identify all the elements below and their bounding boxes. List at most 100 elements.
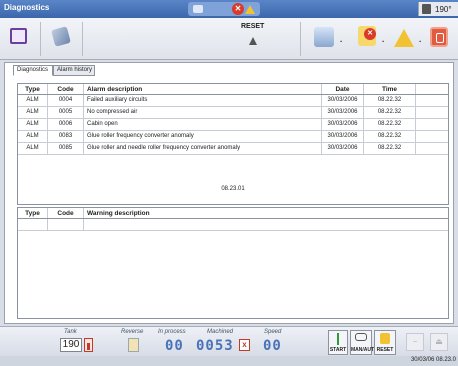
start-label: START [329,347,347,353]
cell-type: ALM [18,131,48,142]
machined-reset-icon[interactable]: x [239,339,250,351]
warning-triangle-icon[interactable] [394,29,414,47]
keyboard-icon[interactable] [193,5,203,13]
alarm-table-header: Type Code Alarm description Date Time [18,84,448,95]
toolbar: RESET · · · [0,18,458,60]
table-row[interactable] [18,219,448,231]
dropdown-marker[interactable]: · [419,37,422,46]
col-type: Type [18,84,48,94]
refresh-time: 08.23.01 [221,186,245,192]
warning-table-header: Type Code Warning description [18,208,448,219]
diagnostics-frame-icon[interactable] [10,28,27,44]
window-title: Diagnostics [4,3,50,12]
cell-extra [416,143,450,154]
col-warning-description: Warning description [87,210,150,217]
col-time: Time [364,84,416,94]
cell-description: Glue roller and needle roller frequency … [84,143,322,154]
cell-time: 08.22.32 [364,95,416,106]
table-row[interactable]: ALM 0085 Glue roller and needle roller f… [18,143,448,155]
cell-type [18,219,48,230]
cell-description: Glue roller frequency converter anomaly [84,131,322,142]
dropdown-marker[interactable]: · [382,37,385,46]
man-aut-label: MAN/AUT [351,347,375,353]
title-status-group: ✕ [188,2,260,16]
cell-description: Cabin open [84,119,322,130]
reset-alarm-icon [380,333,390,344]
cleaning-bag-icon[interactable] [51,26,71,47]
warning-icon[interactable] [245,5,255,14]
tank-label: Tank [64,329,77,335]
cell-type: ALM [18,119,48,130]
reset-button[interactable]: RESET [374,330,396,355]
machined-value: 0053 [196,338,234,354]
cell-time: 08.22.32 [364,119,416,130]
warning-table: Type Code Warning description [17,207,449,319]
dropdown-marker[interactable]: · [340,37,343,46]
tab-diagnostics[interactable]: Diagnostics [13,65,53,76]
cell-extra [416,131,450,142]
title-bar: Diagnostics ✕ 190° [0,0,458,18]
col-extra [416,84,450,94]
cell-description: No compressed air [84,107,322,118]
cell-time: 08.22.32 [364,131,416,142]
cell-type: ALM [18,95,48,106]
cell-code: 0085 [48,143,84,154]
temperature-indicator: 190° [418,2,458,16]
cell-code: 0006 [48,119,84,130]
reset-label[interactable]: RESET [241,23,264,30]
disabled-exit-button[interactable]: ⏏ [430,333,448,351]
table-row[interactable]: ALM 0004 Failed auxiliary circuits 30/03… [18,95,448,107]
cell-description: Failed auxiliary circuits [84,95,322,106]
cell-code [48,219,84,230]
start-button[interactable]: START [328,330,348,355]
system-datetime-bar: 30/03/06 08.23.0 [0,356,458,366]
table-row[interactable]: ALM 0083 Glue roller frequency converter… [18,131,448,143]
col-type: Type [18,208,48,218]
alarm-reset-icon[interactable] [358,26,376,46]
in-process-label: In process [158,329,186,335]
cell-extra [416,107,450,118]
table-row[interactable]: ALM 0006 Cabin open 30/03/2006 08.22.32 [18,119,448,131]
cell-time: 08.22.32 [364,143,416,154]
cell-code: 0004 [48,95,84,106]
cell-date: 30/03/2006 [322,143,364,154]
thermometer-icon [422,4,431,14]
speed-value: 00 [263,338,282,354]
col-alarm-description: Alarm description [84,84,322,94]
machine-status-bar: Tank 190 Reverse In process 00 Machined … [0,326,458,356]
table-row[interactable]: ALM 0005 No compressed air 30/03/2006 08… [18,107,448,119]
speed-label: Speed [264,329,282,335]
col-code: Code [48,84,84,94]
reset-button-label: RESET [376,347,394,353]
toolbar-divider [82,22,83,56]
thermometer-icon [84,338,93,352]
start-icon [337,333,339,345]
temperature-value: 190° [435,5,452,14]
man-aut-button[interactable]: MAN/AUT [350,330,375,355]
reset-arrow-icon[interactable] [249,37,257,45]
alarm-log-icon[interactable] [314,27,334,47]
alarm-stop-icon[interactable]: ✕ [232,3,244,15]
cell-date: 30/03/2006 [322,107,364,118]
alarm-table: Type Code Alarm description Date Time AL… [17,83,449,205]
reverse-indicator-icon [128,338,139,352]
cell-code: 0083 [48,131,84,142]
col-date: Date [322,84,364,94]
tank-value: 190 [60,338,82,352]
cell-code: 0005 [48,107,84,118]
cell-time: 08.22.32 [364,107,416,118]
cell-extra [416,119,450,130]
col-code: Code [48,208,84,218]
power-stop-icon[interactable] [430,27,448,47]
cell-type: ALM [18,143,48,154]
reverse-label: Reverse [121,329,144,335]
cell-extra [416,95,450,106]
mode-switch-icon [355,333,367,341]
in-process-value: 00 [165,338,184,354]
cell-date: 30/03/2006 [322,131,364,142]
cell-date: 30/03/2006 [322,95,364,106]
tab-alarm-history[interactable]: Alarm history [53,65,95,76]
toolbar-divider [40,22,41,56]
disabled-minus-button[interactable]: − [406,333,424,351]
machined-label: Machined [207,329,234,335]
